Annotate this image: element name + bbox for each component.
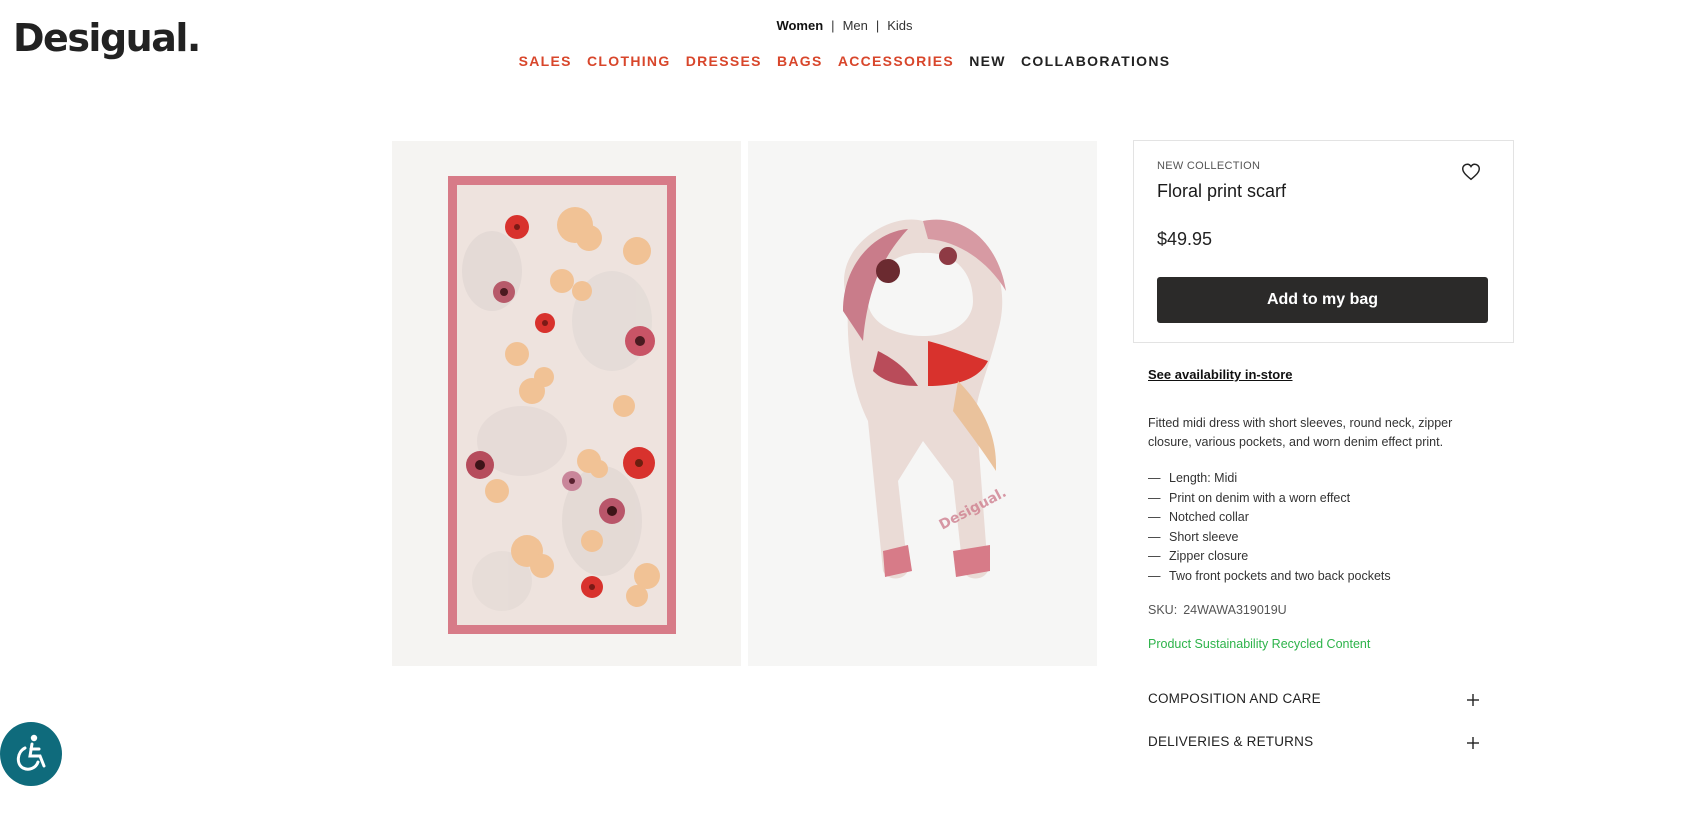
accordion-label: DELIVERIES & RETURNS bbox=[1148, 734, 1314, 749]
product-description: Fitted midi dress with short sleeves, ro… bbox=[1148, 416, 1453, 449]
availability-link[interactable]: See availability in-store bbox=[1148, 367, 1293, 382]
heart-icon[interactable] bbox=[1460, 161, 1482, 183]
gender-link-men[interactable]: Men bbox=[835, 18, 876, 33]
list-item: — Zipper closure bbox=[1148, 549, 1249, 564]
feature-text: Length: Midi bbox=[1169, 471, 1238, 485]
feature-text: Notched collar bbox=[1169, 510, 1249, 525]
sku-value: 24WAWA319019U bbox=[1183, 603, 1287, 617]
plus-icon bbox=[1467, 737, 1479, 749]
add-to-bag-button[interactable]: Add to my bag bbox=[1157, 277, 1488, 323]
nav-item-bags[interactable]: BAGS bbox=[777, 53, 823, 69]
product-price: $49.95 bbox=[1157, 229, 1213, 249]
list-item: — Short sleeve bbox=[1148, 529, 1239, 544]
nav-item-accessories[interactable]: ACCESSORIES bbox=[838, 53, 954, 69]
product-image-styled[interactable]: Desigual. bbox=[748, 141, 1097, 666]
feature-list: — Length: Midi — Print on denim with a wor… bbox=[1148, 469, 1391, 587]
plus-icon bbox=[1467, 694, 1479, 706]
accordion-label: COMPOSITION AND CARE bbox=[1148, 691, 1321, 706]
sustainability-link[interactable]: Product Sustainability Recycled Content bbox=[1148, 637, 1370, 651]
main-nav: SALES CLOTHING DRESSES BAGS ACCESSORIES … bbox=[0, 53, 1689, 69]
product-kicker: NEW COLLECTION bbox=[1157, 160, 1261, 172]
nav-item-sales[interactable]: SALES bbox=[519, 53, 572, 69]
list-item: — Length: Midi bbox=[1148, 471, 1238, 485]
product-image-flat[interactable] bbox=[392, 141, 741, 666]
sku-label: SKU: bbox=[1148, 603, 1178, 617]
gender-link-kids[interactable]: Kids bbox=[879, 18, 920, 33]
gender-link-women[interactable]: Women bbox=[768, 18, 831, 33]
list-item: — Notched collar bbox=[1148, 510, 1249, 525]
product-purchase-card: NEW COLLECTION Floral print scarf $49.95… bbox=[1133, 140, 1514, 343]
nav-item-new[interactable]: NEW bbox=[969, 53, 1006, 69]
accordion-composition[interactable]: COMPOSITION AND CARE bbox=[1148, 691, 1480, 713]
list-item: — Two front pockets and two back pockets bbox=[1148, 568, 1391, 583]
product-sku: SKU: 24WAWA319019U bbox=[1148, 603, 1287, 617]
gender-nav: Women | Men | Kids bbox=[0, 18, 1689, 33]
feature-text: Short sleeve bbox=[1169, 529, 1239, 544]
nav-item-clothing[interactable]: CLOTHING bbox=[587, 53, 671, 69]
nav-item-dresses[interactable]: DRESSES bbox=[686, 53, 762, 69]
product-gallery: Desigual. bbox=[392, 141, 1097, 666]
accordion-deliveries[interactable]: DELIVERIES & RETURNS bbox=[1148, 734, 1480, 756]
list-item: — Print on denim with a worn effect bbox=[1148, 490, 1351, 505]
feature-text: Zipper closure bbox=[1169, 549, 1249, 564]
feature-text: Print on denim with a worn effect bbox=[1169, 490, 1351, 505]
accessibility-icon bbox=[16, 734, 46, 771]
accessibility-button[interactable] bbox=[0, 722, 62, 786]
product-title: Floral print scarf bbox=[1157, 181, 1287, 201]
feature-text: Two front pockets and two back pockets bbox=[1169, 568, 1391, 583]
nav-item-collaborations[interactable]: COLLABORATIONS bbox=[1021, 53, 1170, 69]
